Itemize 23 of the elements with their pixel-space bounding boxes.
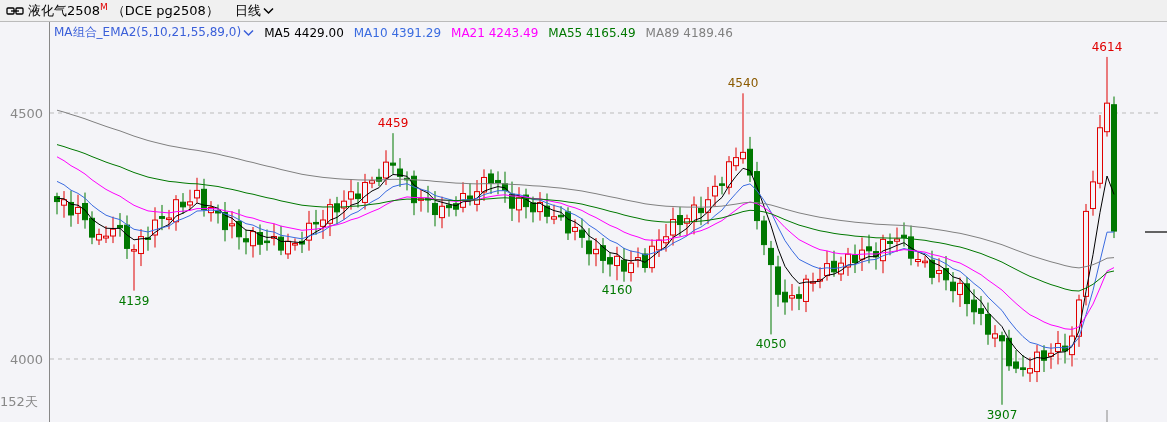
price-extreme-label: 4050 — [755, 337, 787, 352]
link-icon[interactable] — [6, 5, 24, 16]
moving-average-value: MA10 4391.29 — [353, 25, 442, 40]
moving-average-value: MA5 4429.00 — [264, 25, 344, 40]
instrument-name: 液化气2508 — [28, 1, 101, 20]
moving-average-value: MA21 4243.49 — [451, 25, 539, 40]
price-extreme-label: 4459 — [377, 116, 409, 131]
price-extreme-label: 3907 — [986, 407, 1018, 422]
chevron-down-icon — [243, 28, 255, 37]
instrument-code: （DCE pg2508） — [111, 1, 219, 20]
period-dropdown[interactable]: 日线 — [234, 1, 274, 20]
moving-average-value: MA89 4189.46 — [645, 25, 733, 40]
contract-flag-label: M — [100, 2, 108, 12]
indicator-selector[interactable]: MA组合_EMA2(5,10,21,55,89,0) — [54, 24, 255, 41]
price-extreme-label: 4139 — [118, 293, 150, 308]
price-extreme-label: 4540 — [727, 76, 759, 91]
y-axis-label: 4500 — [9, 105, 43, 121]
y-axis-label: 4000 — [9, 351, 43, 367]
moving-average-value: MA55 4165.49 — [548, 25, 636, 40]
price-extreme-label: 4160 — [601, 283, 633, 298]
chevron-down-icon — [262, 6, 274, 15]
bar-count-label: 152天 — [0, 393, 39, 411]
price-extreme-label: 4614 — [1091, 39, 1123, 54]
